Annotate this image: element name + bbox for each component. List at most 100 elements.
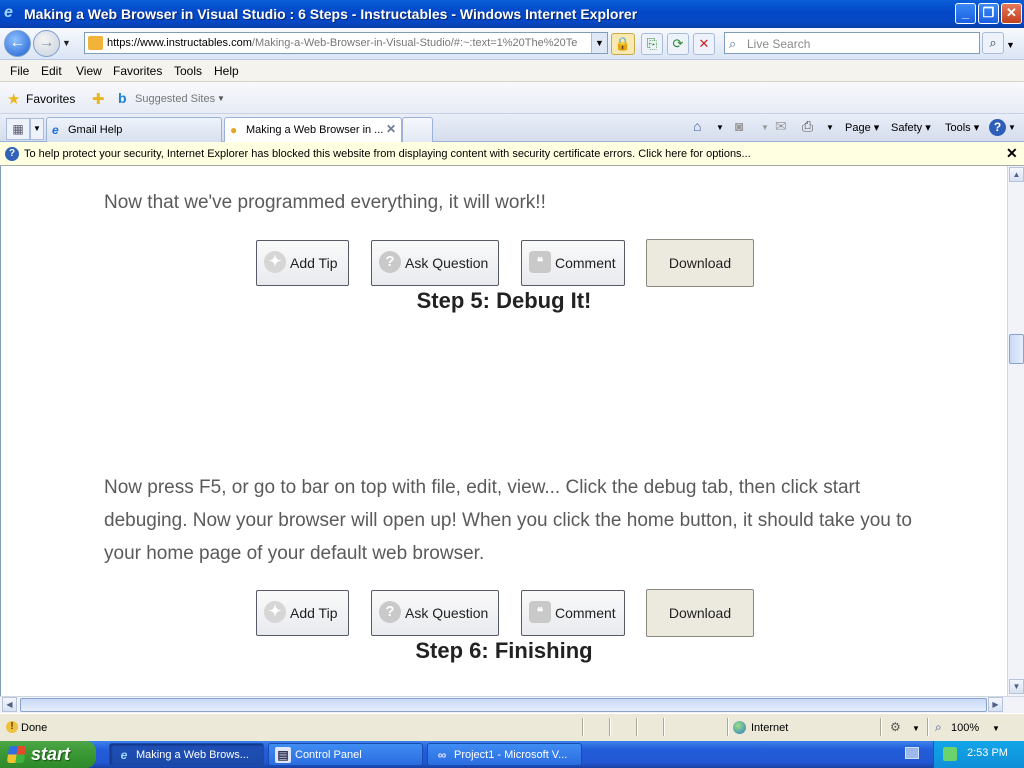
compatibility-view-icon[interactable]: ⎘ <box>641 33 663 55</box>
search-button[interactable]: ⌕ <box>982 32 1004 54</box>
chevron-down-icon[interactable]: ▼ <box>217 94 225 103</box>
favorites-button[interactable]: Favorites <box>26 92 75 106</box>
menu-favorites[interactable]: Favorites <box>113 64 162 78</box>
search-provider-icon: ⌕ <box>729 36 737 51</box>
menu-view[interactable]: View <box>76 64 102 78</box>
home-dropdown[interactable]: ▼ <box>716 123 724 132</box>
minimize-button[interactable]: _ <box>955 3 976 24</box>
status-divider <box>636 718 637 736</box>
favorites-bar: ★ Favorites ✚ b Suggested Sites ▼ <box>0 82 1024 114</box>
start-button[interactable]: start <box>0 741 96 768</box>
ask-question-label: Ask Question <box>405 255 489 271</box>
status-divider <box>727 718 728 736</box>
close-tab-icon[interactable]: ✕ <box>386 122 396 136</box>
maximize-button[interactable]: ❐ <box>978 3 999 24</box>
back-button[interactable]: ← <box>4 30 31 57</box>
ask-question-button[interactable]: ? Ask Question <box>371 590 499 636</box>
add-tip-button[interactable]: ✦ Add Tip <box>256 240 349 286</box>
horizontal-scrollbar[interactable]: ◀ ▶ <box>0 696 1024 713</box>
search-box[interactable]: ⌕ Live Search <box>724 32 980 54</box>
infobar-text[interactable]: To help protect your security, Internet … <box>24 148 751 160</box>
taskbar-item-control-panel[interactable]: ▤ Control Panel <box>268 743 423 766</box>
menu-help[interactable]: Help <box>214 64 239 78</box>
internet-zone-icon <box>733 721 746 734</box>
menu-edit[interactable]: Edit <box>41 64 62 78</box>
protected-mode-icon[interactable]: ⚙ <box>890 720 901 734</box>
favorites-star-icon[interactable]: ★ <box>7 90 20 108</box>
scroll-down-arrow[interactable]: ▼ <box>1009 679 1024 694</box>
zoom-icon[interactable]: ⌕ <box>935 720 942 735</box>
forward-button[interactable]: → <box>33 30 60 57</box>
status-bar: ! Done Internet ⚙ ▼ ⌕ 100% ▼ <box>0 713 1024 741</box>
tab-gmail-help[interactable]: e Gmail Help <box>46 117 222 142</box>
quick-tabs-button[interactable]: ▦ <box>6 118 30 140</box>
address-bar[interactable]: https://www.instructables.com/Making-a-W… <box>84 32 608 54</box>
title-bar[interactable]: e Making a Web Browser in Visual Studio … <box>0 0 1024 28</box>
tab-row: ▦ ▼ e Gmail Help ● Making a Web Browser … <box>0 114 1024 142</box>
stop-icon[interactable]: ✕ <box>693 33 715 55</box>
lock-icon[interactable]: 🔒 <box>611 33 635 55</box>
zoom-level[interactable]: 100% <box>951 722 979 734</box>
information-bar[interactable]: ? To help protect your security, Interne… <box>0 142 1024 166</box>
new-tab-button[interactable] <box>402 117 433 142</box>
status-divider <box>880 718 881 736</box>
print-dropdown[interactable]: ▼ <box>826 123 834 132</box>
page-menu[interactable]: Page ▾ <box>845 121 879 134</box>
feeds-icon[interactable]: ◙ <box>735 118 743 134</box>
taskbar-item-internet-explorer[interactable]: e Making a Web Brows... <box>109 743 264 766</box>
horizontal-scroll-thumb[interactable] <box>20 698 987 712</box>
ie-logo-icon: e <box>4 4 13 21</box>
taskbar-item-label: Making a Web Brows... <box>136 749 249 761</box>
print-icon[interactable]: ⎙ <box>802 118 813 135</box>
windows-logo-icon <box>6 746 27 763</box>
taskbar-item-label: Control Panel <box>295 749 362 761</box>
protected-mode-dropdown[interactable]: ▼ <box>912 724 920 733</box>
clock[interactable]: 2:53 PM <box>967 747 1008 759</box>
address-dropdown-arrow[interactable]: ▼ <box>591 33 607 53</box>
feeds-dropdown: ▼ <box>761 123 769 132</box>
tab-making-web-browser[interactable]: ● Making a Web Browser in ... ✕ <box>224 117 402 142</box>
lightbulb-icon: ✦ <box>264 601 286 623</box>
scroll-right-arrow[interactable]: ▶ <box>988 697 1003 712</box>
download-label: Download <box>668 255 732 271</box>
comment-button[interactable]: ❝ Comment <box>521 590 625 636</box>
ask-question-button[interactable]: ? Ask Question <box>371 240 499 286</box>
home-icon[interactable]: ⌂ <box>693 118 701 134</box>
taskbar-item-visual-studio[interactable]: ∞ Project1 - Microsoft V... <box>427 743 582 766</box>
add-to-favorites-icon[interactable]: ✚ <box>92 90 105 108</box>
vertical-scroll-thumb[interactable] <box>1009 334 1024 364</box>
recent-pages-dropdown[interactable]: ▼ <box>62 38 71 48</box>
scroll-left-arrow[interactable]: ◀ <box>2 697 17 712</box>
menu-file[interactable]: File <box>10 64 29 78</box>
tab-list-dropdown[interactable]: ▼ <box>30 118 44 140</box>
network-icon[interactable] <box>943 747 957 761</box>
address-toolbar: ← → ▼ https://www.instructables.com/Maki… <box>0 28 1024 60</box>
search-options-dropdown[interactable]: ▼ <box>1006 40 1015 50</box>
scroll-up-arrow[interactable]: ▲ <box>1009 167 1024 182</box>
safety-menu[interactable]: Safety ▾ <box>891 121 931 134</box>
download-button[interactable]: Download <box>646 239 754 287</box>
keyboard-icon[interactable] <box>905 747 919 759</box>
taskbar-item-label: Project1 - Microsoft V... <box>454 749 568 761</box>
suggested-sites-link[interactable]: Suggested Sites <box>135 93 215 105</box>
zoom-dropdown[interactable]: ▼ <box>992 724 1000 733</box>
vertical-scrollbar[interactable]: ▲ ▼ <box>1007 166 1024 696</box>
close-infobar-icon[interactable]: ✕ <box>1006 145 1018 162</box>
download-label: Download <box>668 605 732 621</box>
comment-button[interactable]: ❝ Comment <box>521 240 625 286</box>
download-button[interactable]: Download <box>646 589 754 637</box>
help-icon[interactable]: ? <box>989 119 1006 136</box>
security-zone[interactable]: Internet <box>751 722 788 734</box>
status-divider <box>609 718 610 736</box>
search-placeholder: Live Search <box>747 37 811 51</box>
ie-page-icon: e <box>52 123 59 137</box>
tools-menu[interactable]: Tools ▾ <box>945 121 979 134</box>
refresh-icon[interactable]: ⟳ <box>667 33 689 55</box>
help-dropdown[interactable]: ▼ <box>1008 123 1016 132</box>
close-button[interactable]: ✕ <box>1001 3 1022 24</box>
question-icon: ? <box>379 601 401 623</box>
add-tip-button[interactable]: ✦ Add Tip <box>256 590 349 636</box>
address-url[interactable]: https://www.instructables.com/Making-a-W… <box>107 37 577 49</box>
menu-tools[interactable]: Tools <box>174 64 202 78</box>
mail-icon[interactable]: ✉ <box>775 118 787 135</box>
